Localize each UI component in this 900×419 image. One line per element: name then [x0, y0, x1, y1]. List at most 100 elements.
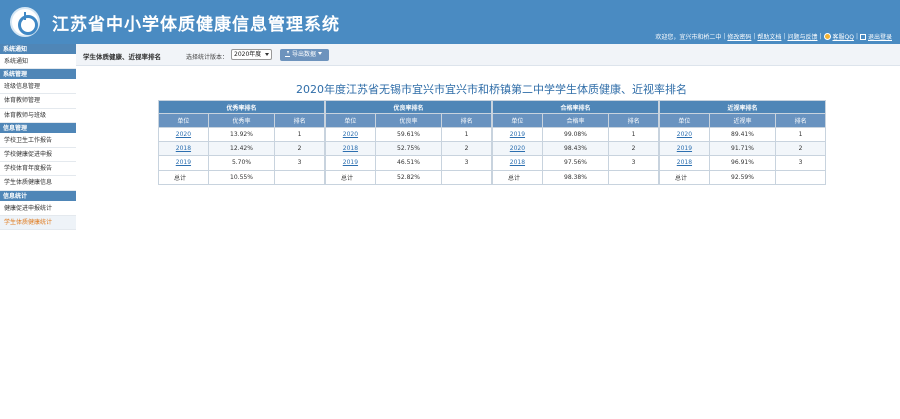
column-header: 排名 [441, 113, 492, 128]
ranking-table: 近视率排名 单位 近视率 排名 2020 89.41% 1 2019 91.71% 2 2018 96… [659, 100, 826, 185]
page-heading: 学生体质健康、近视率排名 [83, 53, 161, 61]
year-link[interactable]: 2020 [677, 131, 692, 138]
sidebar-item[interactable]: 体育教师与班级 [0, 108, 76, 123]
feedback-link[interactable]: 问题与反馈 [787, 32, 817, 41]
logout-link[interactable]: 退出登录 [868, 32, 892, 41]
total-rank-cell [608, 169, 659, 185]
qq-service-link[interactable]: 客服QQ [833, 32, 854, 41]
year-link[interactable]: 2020 [510, 145, 525, 152]
sidebar-item[interactable]: 健康促进申报统计 [0, 201, 76, 216]
version-select[interactable]: 2020年度 [231, 49, 272, 60]
sidebar: 系统通知 系统通知 系统管理 班级信息管理 体育教师管理 体育教师与班级 信息管理 学校卫生工… [0, 44, 76, 419]
total-row: 总计 98.38% [492, 169, 659, 185]
table-caption: 优秀率排名 [158, 100, 325, 114]
table-row: 2018 52.75% 2 [325, 141, 492, 157]
change-password-link[interactable]: 修改密码 [727, 32, 751, 41]
rank-cell: 3 [441, 155, 492, 171]
total-row: 总计 52.82% [325, 169, 492, 185]
rank-cell: 3 [274, 155, 325, 171]
year-link[interactable]: 2018 [343, 145, 358, 152]
export-data-button[interactable]: 导出数据 [280, 49, 329, 61]
table-caption: 近视率排名 [659, 100, 826, 114]
rank-cell: 2 [608, 141, 659, 157]
sidebar-item[interactable]: 班级信息管理 [0, 80, 76, 95]
table-row: 2020 59.61% 1 [325, 126, 492, 143]
filter-bar: 学生体质健康、近视率排名 选择统计版本： 2020年度 导出数据 [76, 44, 900, 66]
app-header: 江苏省中小学体质健康信息管理系统 欢迎您，宜兴市和桥二中 | 修改密码 | 帮助… [0, 0, 900, 44]
column-header: 单位 [325, 113, 376, 128]
column-header: 优良率 [374, 113, 443, 128]
rate-cell: 13.92% [207, 126, 276, 143]
column-header: 优秀率 [207, 113, 276, 128]
year-link[interactable]: 2019 [677, 145, 692, 152]
rate-cell: 98.43% [541, 141, 610, 157]
table-row: 2019 5.70% 3 [158, 155, 325, 171]
help-doc-link[interactable]: 帮助文档 [757, 32, 781, 41]
app-title: 江苏省中小学体质健康信息管理系统 [52, 15, 340, 35]
year-link[interactable]: 2018 [510, 159, 525, 166]
rate-cell: 99.08% [541, 126, 610, 143]
rate-cell: 91.71% [708, 141, 777, 157]
column-header: 合格率 [541, 113, 610, 128]
rank-cell: 1 [775, 126, 826, 143]
year-link[interactable]: 2019 [176, 159, 191, 166]
download-icon [285, 51, 290, 57]
year-link[interactable]: 2019 [343, 159, 358, 166]
year-link[interactable]: 2020 [176, 131, 191, 138]
sidebar-group-header[interactable]: 系统通知 [0, 44, 76, 55]
rank-cell: 2 [441, 141, 492, 157]
year-cell: 2019 [659, 141, 710, 157]
total-label: 总计 [659, 169, 710, 185]
table-row: 2019 99.08% 1 [492, 126, 659, 143]
column-header: 排名 [775, 113, 826, 128]
year-cell: 2018 [158, 141, 209, 157]
sidebar-group-header[interactable]: 系统管理 [0, 69, 76, 81]
user-bar: 欢迎您，宜兴市和桥二中 | 修改密码 | 帮助文档 | 问题与反馈 | 客服QQ… [655, 32, 892, 41]
total-rank-cell [775, 169, 826, 185]
welcome-text: 欢迎您，宜兴市和桥二中 [655, 34, 722, 41]
rate-cell: 5.70% [207, 155, 276, 171]
sidebar-item[interactable]: 学生体质健康统计 [0, 215, 76, 230]
column-header: 单位 [659, 113, 710, 128]
chevron-down-icon [265, 53, 269, 56]
table-row: 2018 96.91% 3 [659, 155, 826, 171]
sidebar-item[interactable]: 系统通知 [0, 55, 76, 70]
table-caption: 合格率排名 [492, 100, 659, 114]
rank-cell: 1 [441, 126, 492, 143]
total-rate-cell: 10.55% [207, 169, 276, 185]
sidebar-item[interactable]: 学生体质健康信息 [0, 176, 76, 191]
total-label: 总计 [325, 169, 376, 185]
logo-icon [10, 7, 40, 37]
report-title: 2020年度江苏省无锡市宜兴市宜兴市和桥镇第二中学学生体质健康、近视率排名 [296, 83, 687, 96]
year-link[interactable]: 2018 [677, 159, 692, 166]
sidebar-item[interactable]: 学校体育年度报告 [0, 162, 76, 177]
sidebar-item[interactable]: 学校卫生工作报告 [0, 133, 76, 148]
year-cell: 2018 [659, 155, 710, 171]
sidebar-item[interactable]: 学校健康促进申报 [0, 147, 76, 163]
year-cell: 2020 [492, 141, 543, 157]
year-cell: 2019 [325, 155, 376, 171]
year-link[interactable]: 2019 [510, 131, 525, 138]
column-header: 单位 [158, 113, 209, 128]
version-select-value: 2020年度 [234, 51, 262, 58]
rate-cell: 52.75% [374, 141, 443, 157]
rank-cell: 2 [274, 141, 325, 157]
table-row: 2019 91.71% 2 [659, 141, 826, 157]
sidebar-group-header[interactable]: 信息管理 [0, 122, 76, 134]
sidebar-item[interactable]: 体育教师管理 [0, 94, 76, 109]
year-cell: 2018 [325, 141, 376, 157]
rank-cell: 2 [775, 141, 826, 157]
year-link[interactable]: 2018 [176, 145, 191, 152]
column-header: 排名 [608, 113, 659, 128]
year-cell: 2018 [492, 155, 543, 171]
rank-cell: 3 [775, 155, 826, 171]
sidebar-group-header[interactable]: 信息统计 [0, 190, 76, 202]
total-rate-cell: 92.59% [708, 169, 777, 185]
ranking-table: 优良率排名 单位 优良率 排名 2020 59.61% 1 2018 52.75% 2 2019 46… [325, 100, 492, 185]
year-link[interactable]: 2020 [343, 131, 358, 138]
rank-cell: 3 [608, 155, 659, 171]
year-cell: 2020 [158, 126, 209, 143]
rank-cell: 1 [274, 126, 325, 143]
year-cell: 2019 [158, 155, 209, 171]
version-label: 选择统计版本： [186, 54, 229, 61]
